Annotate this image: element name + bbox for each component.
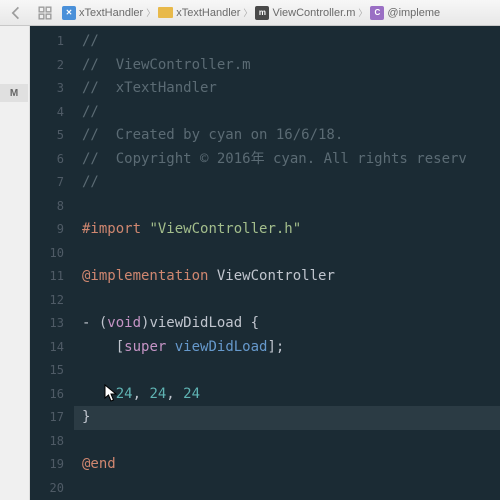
line-number[interactable]: 13 <box>30 312 64 336</box>
code-text: "ViewController.h" <box>149 221 301 237</box>
line-number[interactable]: 14 <box>30 336 64 360</box>
chevron-right-icon: 〉 <box>243 6 252 19</box>
line-number[interactable]: 12 <box>30 289 64 313</box>
line-number[interactable]: 2 <box>30 54 64 78</box>
left-sidebar: M <box>0 26 30 500</box>
code-text: // <box>82 33 99 49</box>
chevron-right-icon: 〉 <box>358 6 367 19</box>
code-text: } <box>82 409 90 425</box>
current-line-highlight <box>74 406 500 430</box>
line-number[interactable]: 3 <box>30 77 64 101</box>
line-number[interactable]: 7 <box>30 171 64 195</box>
code-text <box>82 386 116 402</box>
code-text: , <box>133 386 150 402</box>
sidebar-tab-m[interactable]: M <box>0 84 28 102</box>
code-text: ViewController <box>208 268 334 284</box>
symbol-icon: C <box>370 6 384 20</box>
code-text: // <box>82 104 99 120</box>
code-text: // ViewController.m <box>82 57 251 73</box>
code-text: @end <box>82 456 116 472</box>
line-number[interactable]: 10 <box>30 242 64 266</box>
back-icon[interactable] <box>6 4 28 22</box>
line-number[interactable]: 9 <box>30 218 64 242</box>
line-number[interactable]: 6 <box>30 148 64 172</box>
line-number[interactable]: 1 <box>30 30 64 54</box>
breadcrumb-label: ViewController.m <box>272 7 355 19</box>
code-text: @implementation <box>82 268 208 284</box>
breadcrumb-label: xTextHandler <box>176 7 240 19</box>
code-text: // Created by cyan on 16/6/18. <box>82 127 343 143</box>
breadcrumb-label: @impleme <box>387 7 440 19</box>
code-editor[interactable]: 1 2 3 4 5 6 7 8 9 10 11 12 13 14 15 16 1… <box>30 26 500 500</box>
project-icon: ✕ <box>62 6 76 20</box>
line-number[interactable]: 5 <box>30 124 64 148</box>
code-text: 24 <box>183 386 200 402</box>
breadcrumb-symbol[interactable]: C @impleme <box>370 6 440 20</box>
code-text: void <box>107 315 141 331</box>
code-area[interactable]: // // ViewController.m // xTextHandler /… <box>74 26 500 500</box>
line-number[interactable]: 20 <box>30 477 64 500</box>
code-text: // <box>82 174 99 190</box>
code-text: )viewDidLoad { <box>141 315 259 331</box>
code-text: , <box>166 386 183 402</box>
code-text: ]; <box>267 339 284 355</box>
line-number[interactable]: 19 <box>30 453 64 477</box>
chevron-right-icon: 〉 <box>146 6 155 19</box>
line-number[interactable]: 15 <box>30 359 64 383</box>
code-text: // Copyright © 2016年 cyan. All rights re… <box>82 151 467 167</box>
line-number[interactable]: 11 <box>30 265 64 289</box>
line-number[interactable]: 8 <box>30 195 64 219</box>
line-number[interactable]: 18 <box>30 430 64 454</box>
line-gutter[interactable]: 1 2 3 4 5 6 7 8 9 10 11 12 13 14 15 16 1… <box>30 26 74 500</box>
breadcrumb-file[interactable]: m ViewController.m <box>255 6 355 20</box>
breadcrumb-project[interactable]: ✕ xTextHandler <box>62 6 143 20</box>
breadcrumb-label: xTextHandler <box>79 7 143 19</box>
code-text: - ( <box>82 315 107 331</box>
code-text: viewDidLoad <box>175 339 268 355</box>
code-text: super <box>124 339 166 355</box>
breadcrumb[interactable]: ✕ xTextHandler 〉 xTextHandler 〉 m ViewCo… <box>62 6 494 20</box>
breadcrumb-folder[interactable]: xTextHandler <box>158 7 240 19</box>
code-text: 24 <box>149 386 166 402</box>
grid-icon[interactable] <box>34 4 56 22</box>
line-number[interactable]: 16 <box>30 383 64 407</box>
code-text: // xTextHandler <box>82 80 217 96</box>
code-text: #import <box>82 221 149 237</box>
code-text: [ <box>82 339 124 355</box>
line-number[interactable]: 4 <box>30 101 64 125</box>
folder-icon <box>158 7 173 18</box>
line-number[interactable]: 17 <box>30 406 64 430</box>
top-toolbar: ✕ xTextHandler 〉 xTextHandler 〉 m ViewCo… <box>0 0 500 26</box>
code-text <box>166 339 174 355</box>
file-m-icon: m <box>255 6 269 20</box>
code-text: 24 <box>116 386 133 402</box>
